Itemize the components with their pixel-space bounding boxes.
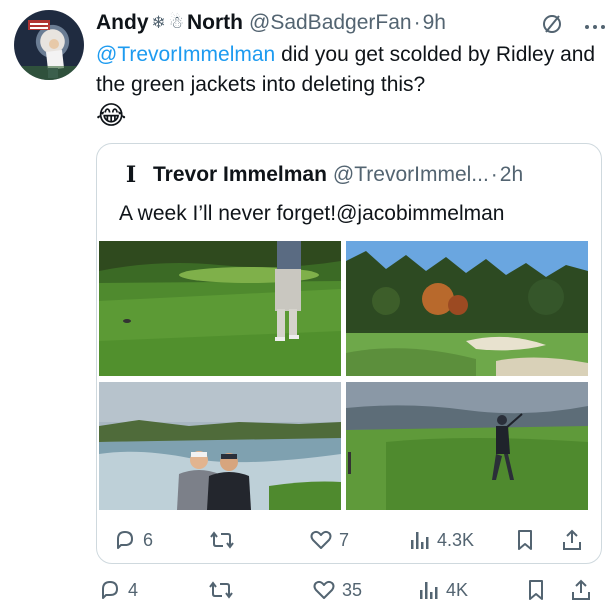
quoted-reply-count: 6 (143, 529, 154, 550)
quoted-author-name[interactable]: Trevor Immelman (153, 163, 327, 187)
quoted-share-button[interactable] (561, 528, 583, 552)
bookmark-icon (529, 580, 543, 600)
retweet-button[interactable] (208, 578, 240, 602)
reply-button[interactable]: 4 (98, 578, 138, 602)
photo-two-men-coast[interactable] (99, 382, 341, 510)
retweet-icon (209, 581, 233, 599)
quoted-tweet-header: I Trevor Immelman @TrevorImmel... · 2h (119, 162, 523, 188)
quoted-tweet-time[interactable]: 2h (500, 163, 523, 187)
views-icon (420, 582, 438, 599)
quoted-separator-dot: · (490, 163, 498, 186)
author-avatar[interactable] (14, 10, 84, 80)
like-button[interactable]: 35 (312, 578, 362, 602)
avatar-image (14, 20, 84, 80)
share-button[interactable] (570, 578, 592, 602)
snowman-icon: ☃ (168, 13, 184, 32)
quoted-reply-button[interactable]: 6 (113, 528, 153, 552)
author-handle[interactable]: @SadBadgerFan (249, 11, 412, 35)
reply-count: 4 (128, 579, 139, 600)
quoted-tweet[interactable]: I Trevor Immelman @TrevorImmel... · 2h A… (96, 143, 602, 564)
views-button[interactable]: 4K (418, 578, 468, 602)
photo-course-trees[interactable] (346, 241, 588, 376)
reply-icon (117, 531, 133, 549)
quoted-tweet-text: A week I’ll never forget!@jacobimmelman (119, 202, 505, 225)
author-name-first: Andy (96, 11, 149, 34)
share-icon (563, 529, 581, 550)
share-icon (572, 579, 590, 600)
views-count: 4K (446, 579, 469, 600)
quoted-action-bar: 6 7 4.3K (97, 528, 601, 556)
quoted-like-count: 7 (339, 529, 350, 550)
bookmark-button[interactable] (526, 578, 546, 602)
tweet-text: @TrevorImmelman did you get scolded by R… (96, 40, 601, 100)
bookmark-icon (518, 530, 532, 550)
tweet-header-actions (540, 12, 606, 41)
reply-icon (102, 581, 118, 599)
quoted-author-avatar: I (125, 162, 137, 188)
tweet-header: Andy ❄ ☃ North @SadBadgerFan · 9h (96, 8, 606, 38)
separator-dot: · (413, 11, 421, 34)
tweet-action-bar: 4 35 4K (96, 578, 606, 606)
author-name[interactable]: Andy ❄ ☃ North (96, 11, 243, 35)
like-icon (313, 580, 335, 599)
quoted-like-button[interactable]: 7 (309, 528, 349, 552)
quoted-views-button[interactable]: 4.3K (409, 528, 474, 552)
quoted-author-handle[interactable]: @TrevorImmel... (333, 163, 489, 187)
quoted-bookmark-button[interactable] (515, 528, 535, 552)
like-count: 35 (342, 579, 363, 600)
mention-link[interactable]: @TrevorImmelman (96, 43, 275, 66)
laughing-emoji: 😂 (96, 100, 127, 130)
photo-golfer-swing[interactable] (346, 382, 588, 510)
snowflake-icon: ❄ (151, 13, 166, 32)
author-name-last: North (187, 11, 243, 34)
quoted-views-count: 4.3K (437, 529, 475, 550)
photo-golfer-fairway[interactable] (99, 241, 341, 376)
like-icon (310, 530, 332, 549)
retweet-icon (210, 531, 234, 549)
slash-circle-icon[interactable] (540, 12, 564, 41)
more-icon[interactable] (584, 18, 606, 36)
views-icon (411, 532, 429, 549)
quoted-retweet-button[interactable] (209, 528, 241, 552)
tweet-time[interactable]: 9h (423, 11, 446, 35)
